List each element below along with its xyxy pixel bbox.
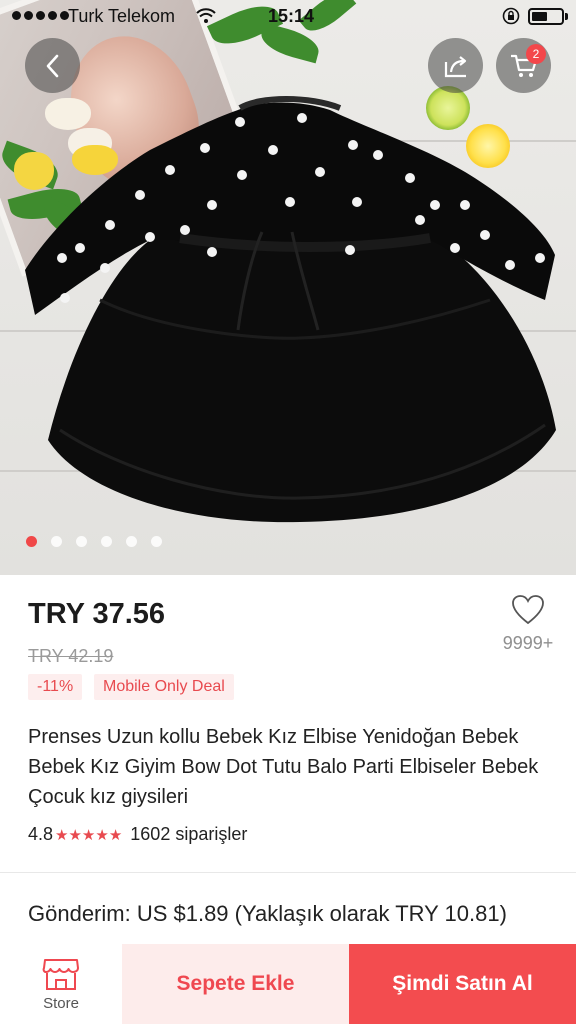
pager-dot[interactable] [126, 536, 137, 547]
back-button[interactable] [25, 38, 80, 93]
share-button[interactable] [428, 38, 483, 93]
product-price: TRY 37.56 [28, 598, 166, 630]
store-button[interactable]: Store [0, 944, 122, 1024]
store-label: Store [43, 994, 79, 1012]
cart-count-badge: 2 [526, 44, 546, 64]
product-title: Prenses Uzun kollu Bebek Kız Elbise Yeni… [28, 726, 539, 808]
order-count: 1602 siparişler [130, 824, 248, 844]
add-to-cart-button[interactable]: Sepete Ekle [122, 944, 349, 1024]
lock-rotation-icon [502, 7, 520, 25]
discount-badge: -11% [28, 674, 83, 700]
heart-icon [512, 595, 544, 625]
mobile-deal-badge: Mobile Only Deal [94, 674, 234, 700]
bottom-action-bar: Store Sepete Ekle Şimdi Satın Al [0, 944, 576, 1024]
buy-now-button[interactable]: Şimdi Satın Al [349, 944, 576, 1024]
pager-dot[interactable] [151, 536, 162, 547]
wishlist-count: 9999+ [502, 633, 554, 653]
battery-icon [528, 8, 564, 25]
pager-dot[interactable] [76, 536, 87, 547]
product-page: Turk Telekom 15:14 2 TRY 37.56 TRY 42.19… [0, 0, 576, 1024]
rating-row[interactable]: 4.8 ★★★★★ 1602 siparişler [28, 824, 247, 845]
rating-stars: ★★★★★ [55, 826, 123, 844]
pager-dot[interactable] [51, 536, 62, 547]
store-icon [42, 958, 79, 990]
share-icon [444, 55, 466, 77]
pager-dot[interactable] [101, 536, 112, 547]
image-pager[interactable] [26, 536, 162, 547]
original-price: TRY 42.19 [28, 646, 114, 666]
product-dress-image [25, 96, 556, 523]
pager-dot-active[interactable] [26, 536, 37, 547]
rating-value: 4.8 [28, 824, 54, 844]
back-arrow-icon [46, 54, 58, 77]
carrier-name: Turk Telekom [68, 6, 176, 26]
status-time: 15:14 [268, 6, 315, 26]
section-divider [0, 872, 576, 873]
signal-strength-icon [12, 11, 69, 20]
shipping-info[interactable]: Gönderim: US $1.89 (Yaklaşık olarak TRY … [28, 898, 558, 930]
status-bar: Turk Telekom 15:14 [0, 0, 576, 34]
product-image-carousel[interactable] [0, 0, 576, 575]
wishlist-button[interactable]: 9999+ [498, 594, 558, 654]
wifi-icon [196, 8, 216, 23]
